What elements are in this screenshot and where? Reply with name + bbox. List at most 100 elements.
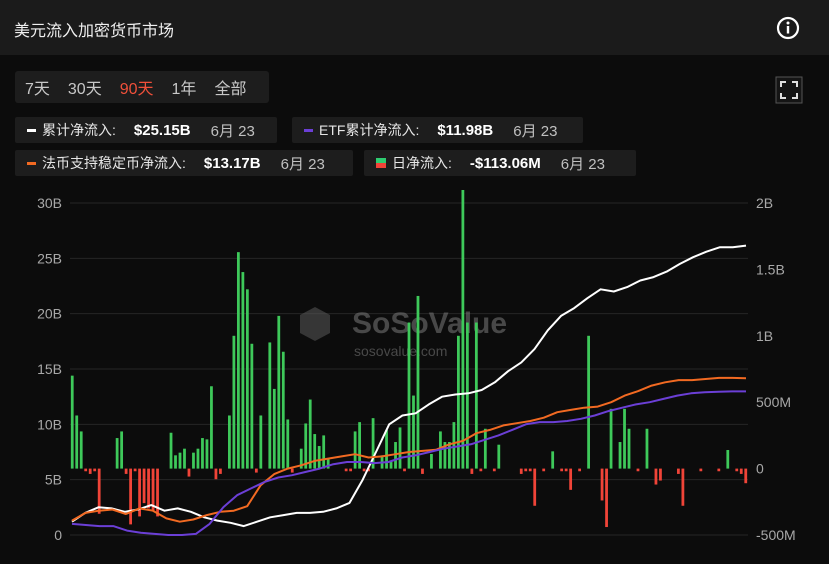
daily-bar <box>542 468 546 472</box>
daily-bar <box>744 468 748 484</box>
range-7d-tab[interactable]: 7天 <box>25 75 50 99</box>
legend-cumulative-value: $25.15B <box>133 121 191 139</box>
daily-bar <box>569 468 573 490</box>
daily-bar <box>717 468 721 472</box>
daily-bar <box>84 468 88 472</box>
daily-bar <box>313 434 317 469</box>
left-axis: 0 5B 10B 15B 20B 25B 30B <box>37 195 62 543</box>
daily-bar <box>290 468 294 473</box>
left-tick-label: 0 <box>54 527 62 543</box>
daily-bar <box>133 468 137 472</box>
daily-bar <box>344 468 348 472</box>
daily-bar <box>322 435 326 469</box>
daily-bar <box>192 452 195 469</box>
daily-bar <box>219 468 222 474</box>
daily-bar <box>79 431 83 469</box>
daily-bars <box>70 190 748 528</box>
daily-bar <box>470 468 474 474</box>
daily-bar <box>483 428 487 469</box>
daily-bar <box>308 399 312 469</box>
daily-bar <box>115 438 119 469</box>
daily-bar <box>564 468 568 472</box>
legend-cumulative[interactable]: 累计净流入: $25.15B 6月 23 <box>15 117 277 143</box>
watermark-url: sosovalue.com <box>354 343 447 359</box>
daily-bar <box>492 468 496 472</box>
legend-etf-label: ETF累计净流入: <box>319 122 420 138</box>
daily-bar <box>412 395 415 469</box>
daily-bar <box>205 439 209 469</box>
range-all-tab[interactable]: 全部 <box>214 75 246 99</box>
daily-bar <box>272 388 276 469</box>
daily-bar <box>398 427 402 469</box>
daily-bar <box>232 335 236 469</box>
daily-bar <box>452 422 456 469</box>
daily-bar <box>654 468 658 485</box>
left-tick-label: 30B <box>37 195 62 211</box>
daily-bar <box>147 468 150 509</box>
daily-bar <box>214 468 218 480</box>
watermark-brand: SoSoValue <box>352 307 507 340</box>
legend-daily-date: 6月 23 <box>560 155 605 173</box>
daily-bar <box>735 468 739 472</box>
daily-bar <box>142 468 146 504</box>
daily-bar <box>609 408 613 469</box>
legend-etf[interactable]: ETF累计净流入: $11.98B 6月 23 <box>292 117 583 143</box>
daily-bar <box>353 431 357 469</box>
daily-bar <box>587 335 590 469</box>
daily-bar <box>201 438 204 469</box>
daily-bar <box>349 468 353 472</box>
daily-bar <box>416 295 420 469</box>
daily-bar <box>461 190 465 469</box>
daily-bar <box>739 468 743 474</box>
legend-etf-date: 6月 23 <box>513 122 558 140</box>
daily-bar <box>448 442 451 469</box>
right-tick-label: 1B <box>756 328 773 344</box>
legend-stablecoin[interactable]: 法币支持稳定币净流入: $13.17B 6月 23 <box>15 150 353 176</box>
legend-stablecoin-date: 6月 23 <box>280 155 325 173</box>
daily-bar <box>407 322 411 469</box>
header-bar: 美元流入加密货币市场 <box>0 0 829 55</box>
daily-bar <box>236 252 240 469</box>
daily-bar <box>726 450 730 469</box>
daily-bar <box>129 468 132 525</box>
daily-bar <box>528 468 532 472</box>
legend-etf-value: $11.98B <box>437 121 494 139</box>
daily-bar <box>286 419 290 469</box>
daily-bar <box>699 468 703 472</box>
daily-bar <box>281 351 285 469</box>
daily-bar <box>178 452 182 469</box>
range-90d-tab[interactable]: 90天 <box>120 75 154 99</box>
daily-bar <box>241 272 245 469</box>
etf-swatch <box>304 128 313 132</box>
right-axis: -500M 0 500M 1B 1.5B 2B <box>756 195 796 543</box>
daily-bar <box>70 375 74 469</box>
daily-bar <box>124 468 128 474</box>
info-icon[interactable] <box>776 16 800 40</box>
daily-bar <box>578 468 582 472</box>
daily-bar <box>474 322 478 469</box>
page-title: 美元流入加密货币市场 <box>14 23 175 40</box>
daily-bar <box>362 468 366 472</box>
daily-bar <box>259 415 263 469</box>
right-tick-label: 2B <box>756 195 773 211</box>
daily-bar <box>479 468 483 472</box>
range-30d-tab[interactable]: 30天 <box>68 75 102 99</box>
daily-bar <box>245 289 249 469</box>
daily-bar <box>183 448 186 469</box>
daily-bar <box>88 468 92 474</box>
daily-bar <box>636 468 640 472</box>
daily-bar <box>519 468 523 474</box>
daily-bar <box>210 386 213 469</box>
fullscreen-icon[interactable] <box>775 76 803 104</box>
daily-bar <box>304 423 308 469</box>
legend-daily[interactable]: 日净流入: -$113.06M 6月 23 <box>364 150 636 176</box>
watermark-logo-icon <box>300 307 330 341</box>
range-1y-tab[interactable]: 1年 <box>172 75 197 99</box>
daily-bar <box>254 468 258 473</box>
daily-bar <box>187 468 191 477</box>
right-tick-label: -500M <box>756 527 796 543</box>
legend-stablecoin-value: $13.17B <box>203 154 261 172</box>
daily-bar <box>403 468 406 472</box>
daily-bar <box>605 468 608 528</box>
daily-bar <box>627 428 631 469</box>
